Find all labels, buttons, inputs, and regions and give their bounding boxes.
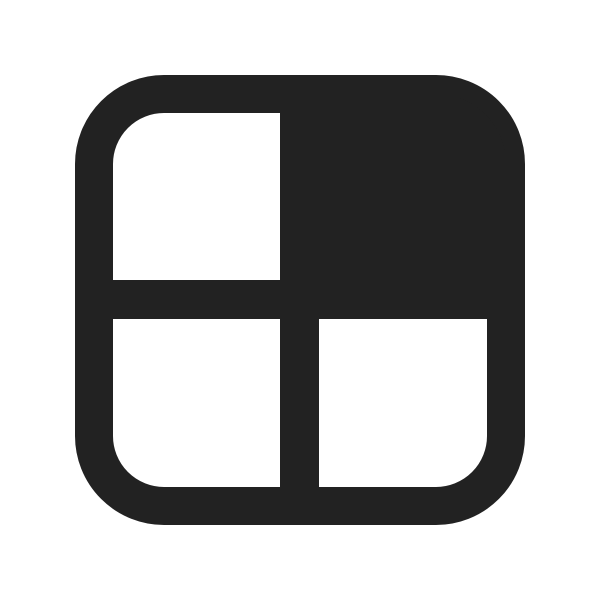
icon-canvas xyxy=(0,0,600,600)
grid-quadrant-top-right-filled-icon xyxy=(75,75,525,525)
vertical-divider xyxy=(280,94,319,506)
